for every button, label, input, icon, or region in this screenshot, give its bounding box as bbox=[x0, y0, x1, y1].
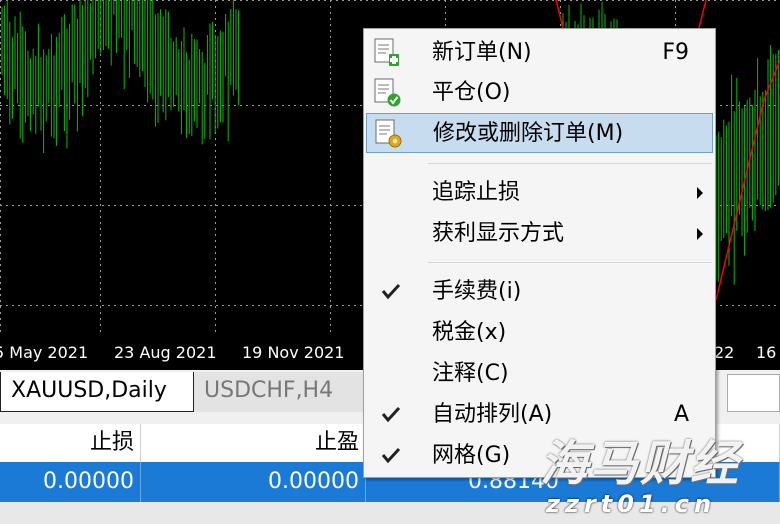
menu-item-trailing-stop[interactable]: 追踪止损 bbox=[366, 173, 713, 213]
date-label: 5 May 2021 bbox=[0, 343, 89, 362]
date-label: 16 bbox=[756, 343, 777, 362]
tab-xauusd-daily[interactable]: XAUUSD,Daily bbox=[0, 372, 194, 412]
menu-item-shortcut: F9 bbox=[662, 40, 689, 65]
tab-usdchf-h4[interactable]: USDCHF,H4 bbox=[194, 372, 364, 412]
menu-separator bbox=[428, 163, 712, 164]
menu-item-new-order[interactable]: 新订单(N) F9 bbox=[366, 33, 713, 73]
menu-separator bbox=[428, 262, 712, 263]
cell-take-profit[interactable]: 0.00000 bbox=[141, 462, 366, 502]
menu-item-comments[interactable]: 注释(C) bbox=[366, 354, 713, 394]
cell-stop-loss[interactable]: 0.00000 bbox=[0, 462, 141, 502]
menu-item-label: 自动排列(A) bbox=[432, 402, 553, 427]
date-label: 19 Nov 2021 bbox=[242, 343, 345, 362]
menu-item-commission[interactable]: 手续费(i) bbox=[366, 272, 713, 312]
menu-item-taxes[interactable]: 税金(x) bbox=[366, 313, 713, 353]
checkmark-icon bbox=[381, 406, 401, 423]
context-menu: 新订单(N) F9 平仓(O) 修改或删除订单(M) 追踪止损 获利显示方式 手… bbox=[363, 28, 716, 478]
new-order-icon bbox=[374, 38, 399, 66]
menu-item-label: 网格(G) bbox=[432, 443, 511, 468]
menu-item-grid[interactable]: 网格(G) bbox=[366, 436, 713, 476]
menu-item-auto-arrange[interactable]: 自动排列(A) A bbox=[366, 395, 713, 435]
date-label: 22 bbox=[714, 343, 735, 362]
column-header-take-profit[interactable]: 止盈 bbox=[141, 424, 366, 462]
menu-item-label: 获利显示方式 bbox=[432, 221, 565, 246]
tab-scroll-box[interactable] bbox=[727, 374, 780, 412]
menu-item-label: 新订单(N) bbox=[432, 40, 532, 65]
submenu-arrow-icon bbox=[697, 228, 703, 240]
menu-item-label: 修改或删除订单(M) bbox=[433, 121, 624, 146]
menu-item-label: 注释(C) bbox=[432, 361, 509, 386]
checkmark-icon bbox=[381, 283, 401, 300]
column-header-stop-loss[interactable]: 止损 bbox=[0, 424, 141, 462]
date-label: 23 Aug 2021 bbox=[114, 343, 217, 362]
submenu-arrow-icon bbox=[697, 187, 703, 199]
menu-item-profit-display[interactable]: 获利显示方式 bbox=[366, 214, 713, 254]
modify-order-icon bbox=[375, 119, 402, 148]
menu-item-label: 平仓(O) bbox=[432, 80, 511, 105]
menu-item-label: 税金(x) bbox=[432, 320, 507, 345]
menu-item-close-position[interactable]: 平仓(O) bbox=[366, 73, 713, 113]
table-footer bbox=[0, 502, 780, 524]
checkmark-icon bbox=[381, 447, 401, 464]
menu-item-shortcut: A bbox=[673, 402, 689, 427]
menu-item-modify-order[interactable]: 修改或删除订单(M) bbox=[366, 113, 713, 153]
close-position-icon bbox=[374, 78, 401, 107]
menu-item-label: 追踪止损 bbox=[432, 180, 521, 205]
menu-item-label: 手续费(i) bbox=[432, 279, 522, 304]
